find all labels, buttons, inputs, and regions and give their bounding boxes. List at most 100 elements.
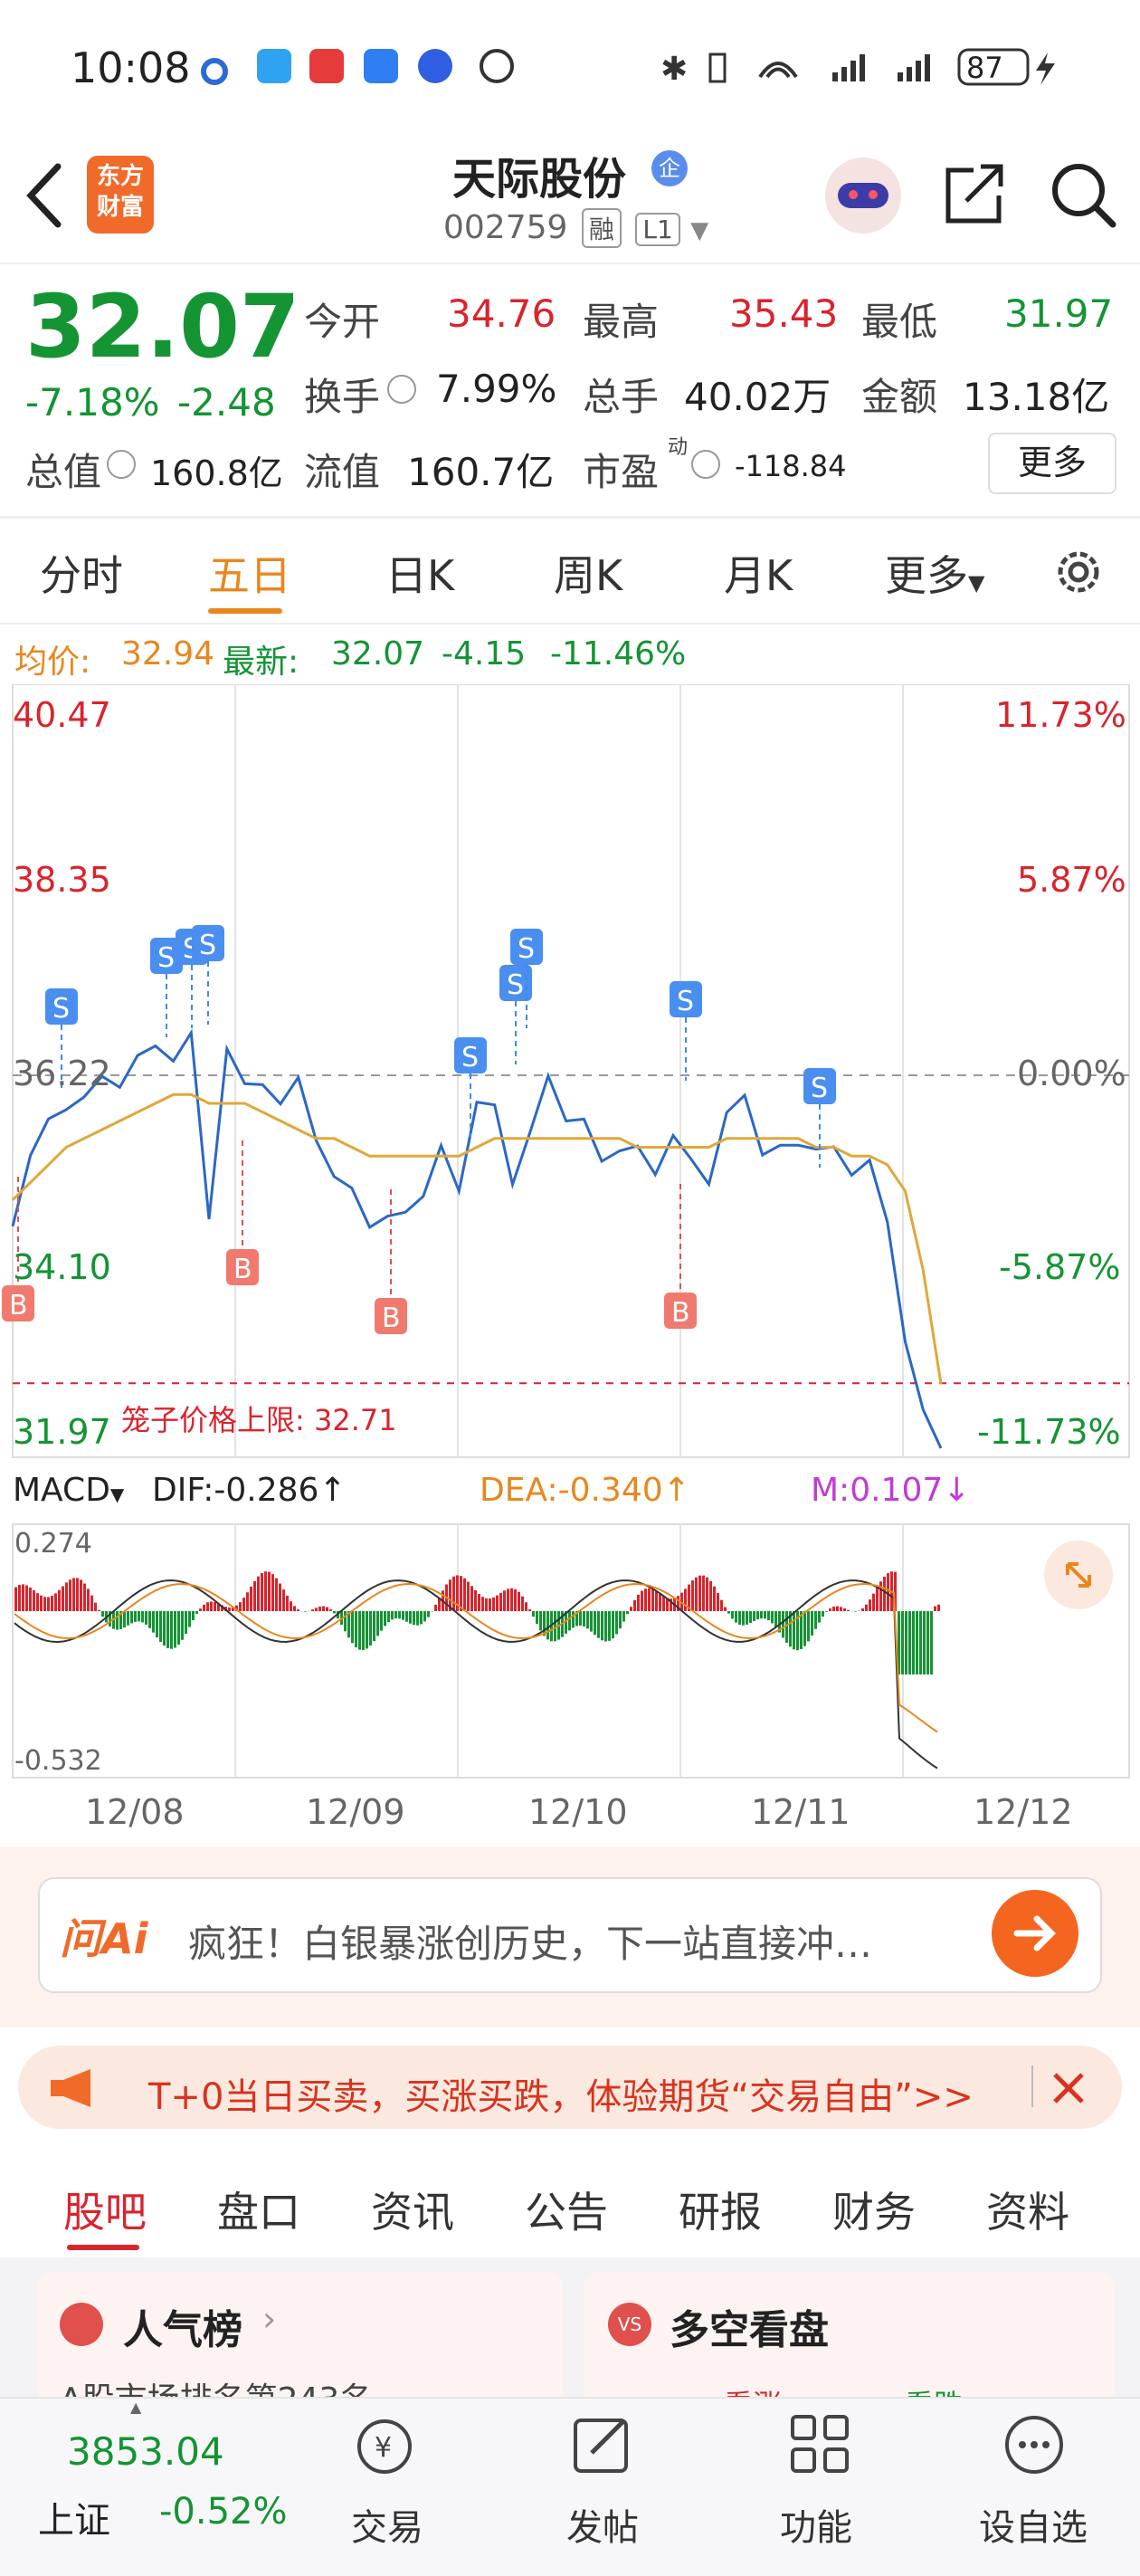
macd-bar: [123, 1611, 126, 1627]
search-icon[interactable]: [1048, 159, 1120, 232]
more-dots-icon[interactable]: [1001, 2411, 1068, 2478]
macd-bar: [709, 1581, 712, 1611]
macd-bar: [33, 1590, 35, 1611]
macd-bar: [615, 1611, 618, 1635]
macd-bar: [481, 1597, 484, 1611]
macd-bar: [507, 1589, 509, 1611]
macd-bar: [148, 1611, 151, 1628]
arrow-up-icon: ↑: [663, 1472, 690, 1509]
macd-bar: [554, 1611, 556, 1641]
bull-bear-card[interactable]: [584, 2272, 1115, 2408]
tab-five-day[interactable]: 五日: [208, 543, 291, 603]
back-button[interactable]: [22, 159, 67, 232]
stock-code-row: 002759 融 L1 ▼: [443, 208, 708, 248]
macd-bar: [311, 1609, 314, 1611]
ai-go-button[interactable]: [992, 1890, 1078, 1977]
yen-trade-icon[interactable]: ¥: [353, 2415, 416, 2478]
macd-bar: [525, 1602, 527, 1611]
browser-app-icon: [418, 49, 452, 83]
tab-finance[interactable]: 财务: [832, 2180, 916, 2239]
info-icon[interactable]: [107, 450, 136, 479]
macd-bar: [423, 1611, 426, 1621]
macd-bar: [87, 1589, 90, 1611]
x-tick: 12/11: [751, 1792, 850, 1832]
tab-announcement[interactable]: 公告: [525, 2180, 608, 2239]
macd-bar: [840, 1607, 842, 1611]
index-value[interactable]: 3853.04: [67, 2429, 224, 2474]
y-tick-right: -11.73%: [977, 1412, 1121, 1452]
macd-bar: [731, 1611, 734, 1618]
five-day-price-chart[interactable]: SSSSSSSSSBBBB: [0, 684, 1140, 1463]
macd-bar: [622, 1611, 625, 1622]
macd-bar: [279, 1583, 281, 1611]
macd-bar: [214, 1602, 216, 1611]
macd-bar: [767, 1611, 770, 1620]
svg-text:✱: ✱: [660, 51, 688, 88]
tab-monthly-k[interactable]: 月K: [724, 543, 793, 603]
tab-guba[interactable]: 股吧: [63, 2180, 147, 2239]
tab-more[interactable]: 更多▼: [885, 543, 984, 603]
ai-prompt-text: 疯狂！白银暴涨创历史，下一站直接冲…: [188, 1913, 966, 1969]
share-icon[interactable]: [941, 159, 1010, 228]
macd-bar: [695, 1578, 698, 1611]
macd-bar: [239, 1602, 242, 1611]
ai-logo: 问Ai: [60, 1906, 147, 1966]
macd-bar: [297, 1609, 299, 1611]
macd-bar: [250, 1587, 252, 1611]
tab-profile[interactable]: 资料: [986, 2180, 1069, 2239]
turnover-label: 换手: [304, 367, 380, 422]
macd-bar: [362, 1611, 365, 1650]
macd-chart[interactable]: [0, 1521, 1140, 1783]
edit-post-icon[interactable]: [570, 2411, 633, 2478]
arrow-right-icon: [992, 1890, 1078, 1977]
macd-bar: [358, 1611, 361, 1650]
nav-trade[interactable]: 交易: [351, 2498, 423, 2551]
info-icon[interactable]: [387, 375, 416, 404]
huawei-app-icon: [309, 49, 344, 83]
macd-bar: [546, 1611, 549, 1639]
macd-bar: [753, 1611, 755, 1621]
info-icon[interactable]: [691, 450, 720, 479]
tab-weekly-k[interactable]: 周K: [554, 543, 622, 603]
macd-bar: [651, 1589, 654, 1611]
nav-watchlist[interactable]: 设自选: [979, 2498, 1088, 2551]
macd-bar: [579, 1611, 582, 1626]
macd-bar: [76, 1578, 79, 1611]
macd-bar: [912, 1611, 915, 1674]
close-icon[interactable]: [1048, 2067, 1089, 2109]
macd-bar: [698, 1576, 701, 1611]
tab-pankou[interactable]: 盘口: [217, 2180, 300, 2239]
y-tick-left: 31.97: [13, 1412, 111, 1452]
macd-dropdown[interactable]: MACD▼: [13, 1472, 124, 1509]
macd-bar: [735, 1611, 737, 1623]
svg-text:¥: ¥: [375, 2432, 392, 2464]
macd-bar: [376, 1611, 379, 1636]
tab-daily-k[interactable]: 日K: [385, 543, 454, 603]
settings-gear-icon[interactable]: [1050, 543, 1107, 601]
macd-bar: [727, 1611, 730, 1614]
tab-intraday[interactable]: 分时: [40, 543, 123, 603]
nav-post[interactable]: 发帖: [566, 2498, 639, 2551]
macd-dropdown-label: MACD: [13, 1472, 110, 1509]
macd-bar: [774, 1611, 777, 1627]
bull-bear-title: 多空看盘: [670, 2297, 829, 2355]
tab-research[interactable]: 研报: [679, 2180, 762, 2239]
macd-bar: [706, 1578, 708, 1611]
macd-bar: [854, 1611, 857, 1612]
y-tick-right: 0.00%: [1017, 1054, 1126, 1093]
macd-bar: [43, 1597, 46, 1611]
open-label: 今开: [304, 291, 380, 347]
macd-bar: [489, 1598, 491, 1611]
robot-avatar[interactable]: [825, 157, 901, 234]
message-app-icon: [257, 49, 291, 83]
tab-news[interactable]: 资讯: [371, 2180, 454, 2239]
mktcap-label: 总值: [25, 442, 101, 497]
dea-value: DEA:-0.340: [480, 1472, 663, 1509]
expand-icon[interactable]: [1044, 1541, 1113, 1609]
more-button[interactable]: 更多: [988, 433, 1116, 494]
nav-function[interactable]: 功能: [780, 2498, 852, 2551]
macd-bar: [836, 1607, 839, 1611]
chevron-down-icon[interactable]: ▼: [690, 217, 708, 244]
grid-function-icon[interactable]: [787, 2411, 854, 2478]
macd-bar: [847, 1610, 850, 1611]
